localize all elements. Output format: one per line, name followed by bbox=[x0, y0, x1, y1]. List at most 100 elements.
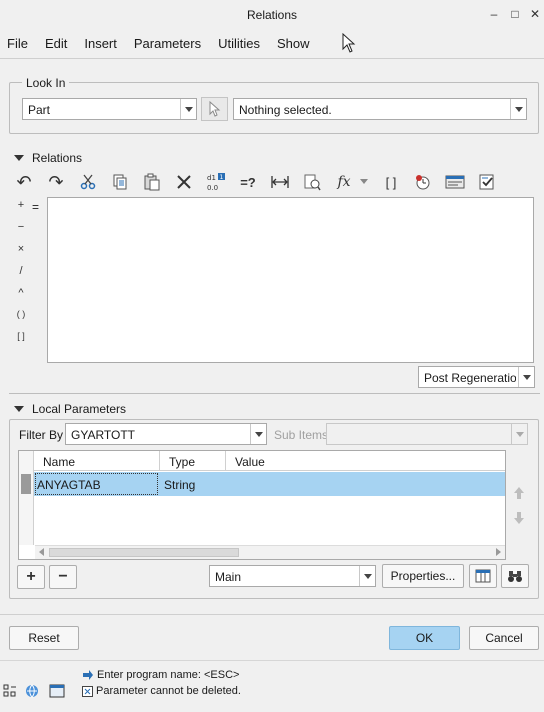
view-value: Main bbox=[215, 570, 242, 584]
filter-by-label: Filter By bbox=[19, 428, 64, 442]
mouse-cursor-icon bbox=[342, 33, 356, 53]
cell-type[interactable]: String bbox=[164, 478, 195, 492]
chevron-down-icon bbox=[180, 99, 196, 119]
row-header-column bbox=[19, 451, 34, 545]
look-in-label: Look In bbox=[22, 76, 70, 90]
menu-insert[interactable]: Insert bbox=[84, 32, 117, 56]
operator-multiply[interactable]: × bbox=[12, 243, 30, 255]
properties-button[interactable]: Properties... bbox=[382, 564, 464, 588]
redo-icon[interactable]: ↷ bbox=[44, 170, 68, 194]
add-parameter-button[interactable]: + bbox=[17, 565, 45, 589]
column-divider bbox=[159, 451, 160, 471]
chevron-down-icon bbox=[250, 424, 266, 444]
minimize-button[interactable]: – bbox=[485, 5, 503, 23]
status-message-1: Enter program name: <ESC> bbox=[82, 669, 239, 681]
function-icon[interactable]: fx bbox=[332, 170, 356, 194]
filter-by-dropdown[interactable]: GYARTOTT bbox=[65, 423, 267, 445]
look-in-type-dropdown[interactable]: Part bbox=[22, 98, 197, 120]
filter-by-value: GYARTOTT bbox=[71, 428, 136, 442]
copy-icon[interactable] bbox=[108, 170, 132, 194]
relations-section-header[interactable]: Relations bbox=[14, 151, 82, 165]
horizontal-scrollbar[interactable] bbox=[35, 545, 505, 559]
arrow-down-icon bbox=[514, 512, 524, 524]
column-header-name[interactable]: Name bbox=[43, 455, 75, 469]
title-bar: Relations – □ ✕ bbox=[0, 0, 544, 30]
svg-text:1: 1 bbox=[220, 174, 224, 181]
evaluate-icon[interactable]: =? bbox=[236, 170, 260, 194]
selection-value: Nothing selected. bbox=[239, 103, 332, 117]
verify-relations-icon[interactable] bbox=[411, 170, 435, 194]
status-message-1-text: Enter program name: <ESC> bbox=[97, 669, 240, 681]
arrow-right-icon bbox=[83, 670, 93, 680]
window-title: Relations bbox=[246, 8, 298, 22]
arrow-up-icon bbox=[514, 487, 524, 499]
menu-separator bbox=[0, 58, 544, 59]
window-icon[interactable] bbox=[49, 683, 65, 699]
status-message-2: Parameter cannot be deleted. bbox=[82, 685, 241, 697]
operator-divide[interactable]: / bbox=[12, 265, 30, 277]
regeneration-dropdown[interactable]: Post Regeneration bbox=[418, 366, 535, 388]
section-splitter[interactable] bbox=[9, 393, 540, 394]
svg-text:d1: d1 bbox=[207, 174, 216, 182]
column-header-type[interactable]: Type bbox=[169, 455, 195, 469]
view-dropdown[interactable]: Main bbox=[209, 565, 376, 587]
column-divider bbox=[225, 451, 226, 471]
cell-name[interactable]: ANYAGTAB bbox=[37, 478, 101, 492]
chevron-down-icon bbox=[510, 99, 526, 119]
operator-brackets[interactable]: [ ] bbox=[12, 331, 30, 341]
column-header-value[interactable]: Value bbox=[235, 455, 265, 469]
operator-minus[interactable]: − bbox=[12, 221, 30, 233]
sort-relations-icon[interactable] bbox=[300, 170, 324, 194]
menu-show[interactable]: Show bbox=[277, 32, 310, 56]
close-button[interactable]: ✕ bbox=[526, 5, 544, 23]
local-parameters-header[interactable]: Local Parameters bbox=[14, 402, 126, 416]
insert-distance-icon[interactable] bbox=[268, 170, 292, 194]
sub-items-label: Sub Items bbox=[274, 428, 329, 442]
grid-view-icon[interactable] bbox=[2, 683, 18, 699]
scrollbar-thumb[interactable] bbox=[49, 548, 239, 557]
delete-icon[interactable] bbox=[172, 170, 196, 194]
cut-icon[interactable] bbox=[76, 170, 100, 194]
remove-parameter-button[interactable]: − bbox=[49, 565, 77, 589]
table-header: Name Type Value bbox=[19, 451, 505, 471]
menu-utilities[interactable]: Utilities bbox=[218, 32, 260, 56]
pointer-icon bbox=[209, 101, 220, 117]
scroll-left-icon[interactable] bbox=[39, 548, 44, 556]
brackets-icon[interactable]: [ ] bbox=[379, 170, 403, 194]
move-up-button[interactable] bbox=[511, 485, 527, 501]
operator-parentheses[interactable]: ( ) bbox=[12, 309, 30, 319]
chevron-down-icon bbox=[359, 566, 375, 586]
undo-icon[interactable]: ↶ bbox=[12, 170, 36, 194]
operator-equals[interactable]: = bbox=[32, 200, 39, 214]
display-values-icon[interactable]: d1 0.0 1 bbox=[204, 170, 228, 194]
find-button[interactable] bbox=[501, 564, 529, 588]
relations-editor[interactable] bbox=[47, 197, 534, 363]
footer-separator bbox=[0, 614, 544, 615]
select-pointer-button[interactable] bbox=[201, 97, 228, 121]
selection-dropdown[interactable]: Nothing selected. bbox=[233, 98, 527, 120]
look-in-type-value: Part bbox=[28, 103, 51, 117]
sub-items-dropdown[interactable] bbox=[326, 423, 528, 445]
menu-bar: File Edit Insert Parameters Utilities Sh… bbox=[0, 32, 544, 56]
maximize-button[interactable]: □ bbox=[506, 5, 524, 23]
reset-button[interactable]: Reset bbox=[9, 626, 79, 650]
menu-file[interactable]: File bbox=[7, 32, 28, 56]
operator-power[interactable]: ^ bbox=[12, 287, 30, 299]
menu-edit[interactable]: Edit bbox=[45, 32, 67, 56]
globe-icon[interactable] bbox=[24, 683, 40, 699]
operator-plus[interactable]: + bbox=[12, 199, 30, 211]
scroll-right-icon[interactable] bbox=[496, 548, 501, 556]
row-selector[interactable] bbox=[21, 474, 31, 494]
menu-parameters[interactable]: Parameters bbox=[134, 32, 201, 56]
function-dropdown-icon[interactable] bbox=[357, 170, 371, 194]
table-columns-button[interactable] bbox=[469, 564, 497, 588]
binoculars-icon bbox=[508, 571, 522, 582]
verify-icon[interactable] bbox=[475, 170, 499, 194]
relations-label: Relations bbox=[32, 151, 83, 165]
move-down-button[interactable] bbox=[511, 510, 527, 526]
ok-button[interactable]: OK bbox=[389, 626, 460, 650]
table-row[interactable]: ANYAGTAB String bbox=[34, 472, 505, 496]
paste-icon[interactable] bbox=[140, 170, 164, 194]
show-dimensions-icon[interactable] bbox=[443, 170, 467, 194]
cancel-button[interactable]: Cancel bbox=[469, 626, 539, 650]
